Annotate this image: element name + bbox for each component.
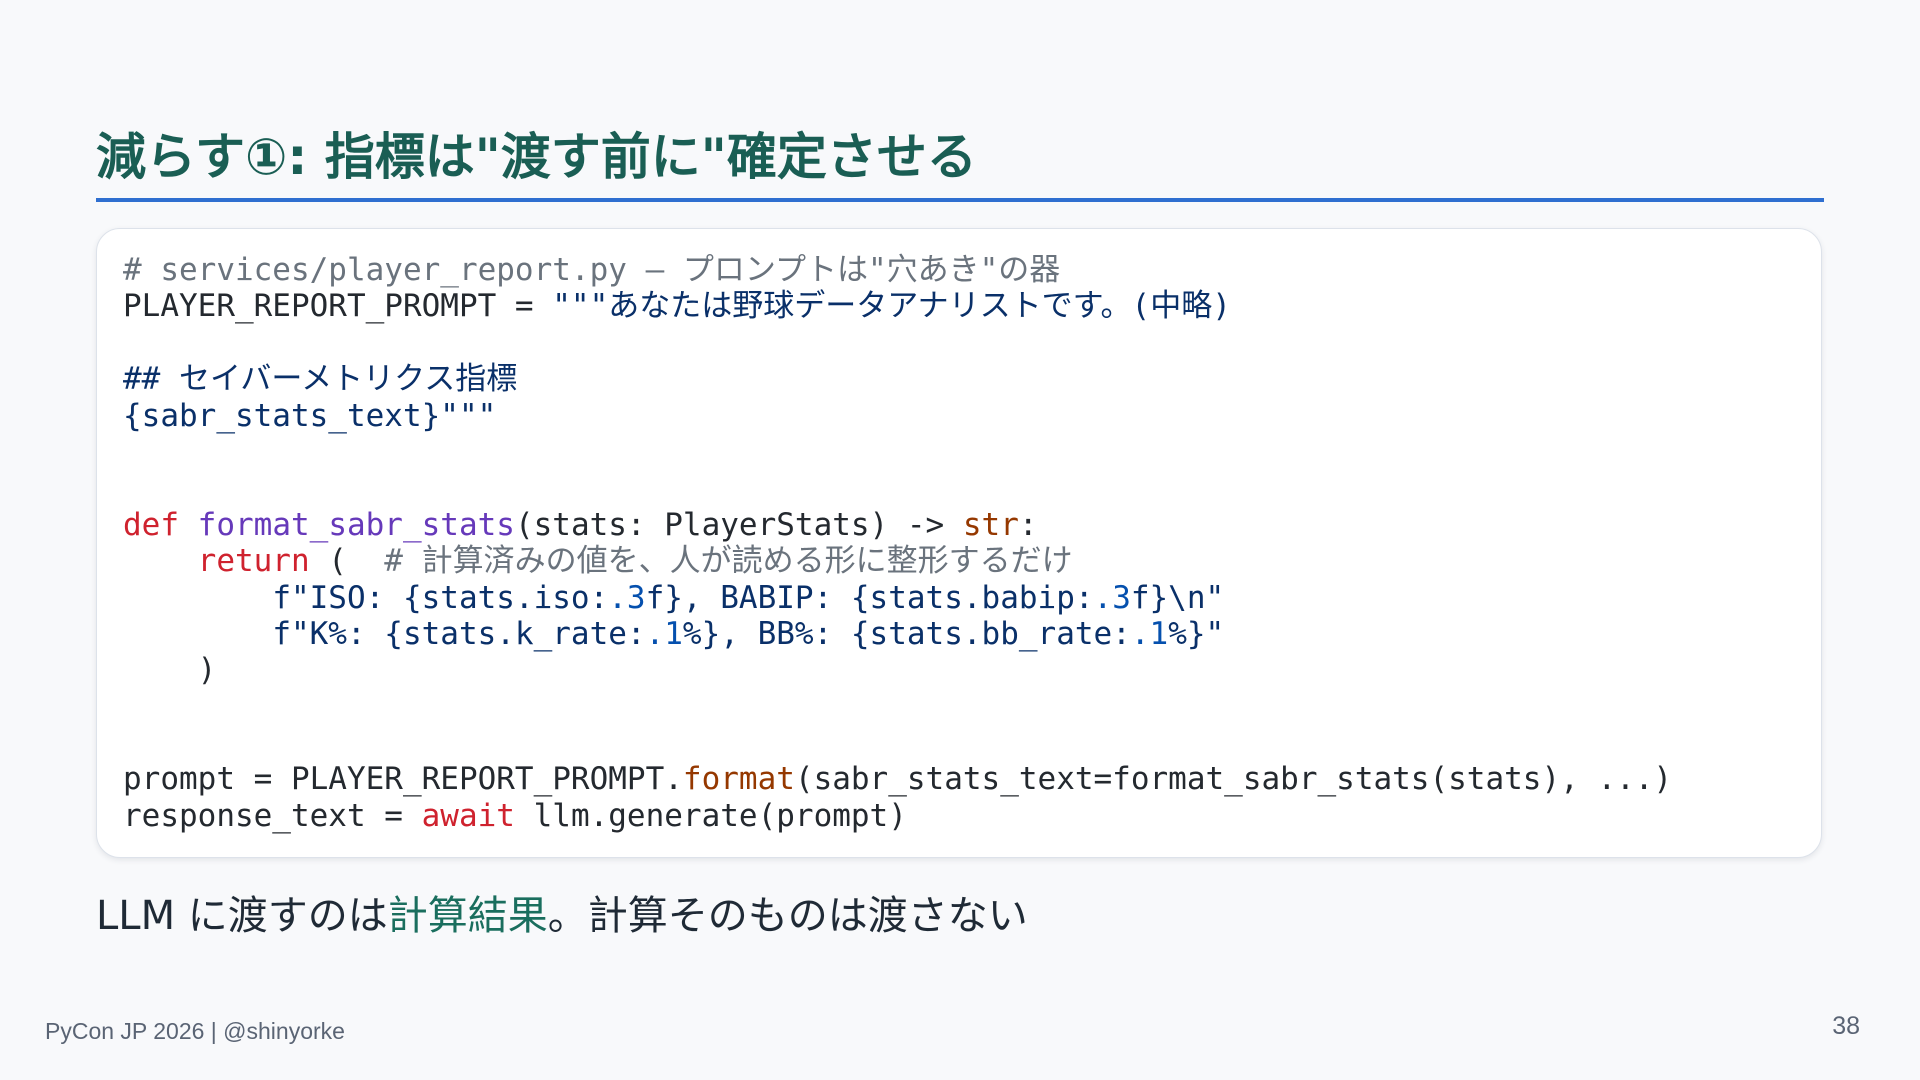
code-number: .3 <box>1093 579 1131 616</box>
code-builtin-type: str <box>962 506 1019 543</box>
code-number: .1 <box>645 615 683 652</box>
code-fstring: f}\n" <box>1130 579 1225 616</box>
code-line-4: ## セイバーメトリクス指標 <box>123 361 1821 397</box>
code-fstring: %}" <box>1168 615 1225 652</box>
code-statement: prompt = PLAYER_REPORT_PROMPT. <box>123 761 683 798</box>
page-number: 38 <box>1832 1012 1860 1040</box>
code-punct: ( <box>309 543 385 580</box>
code-listing: # services/player_report.py — プロンプトは"穴あき… <box>123 252 1821 834</box>
code-fstring: %}, BB%: {stats.bb_rate: <box>682 615 1131 652</box>
code-line-5: {sabr_stats_text}""" <box>123 398 1821 434</box>
code-punct: : <box>1018 506 1038 543</box>
code-number: .1 <box>1130 615 1169 652</box>
code-number: .3 <box>608 579 646 616</box>
code-line-2: PLAYER_REPORT_PROMPT = """あなたは野球データアナリスト… <box>123 288 1821 324</box>
code-line-12: ) <box>123 652 1821 688</box>
code-line-1: # services/player_report.py — プロンプトは"穴あき… <box>123 252 1821 288</box>
code-fstring: f"K%: {stats.k_rate: <box>272 615 646 652</box>
code-line-16: response_text = await llm.generate(promp… <box>123 798 1821 834</box>
caption-prefix: LLM に渡すのは <box>96 893 388 939</box>
code-line-10: f"ISO: {stats.iso:.3f}, BABIP: {stats.ba… <box>123 580 1821 616</box>
code-punct: ) <box>123 652 217 689</box>
code-function-name: format_sabr_stats <box>197 506 515 543</box>
code-keyword: def <box>123 506 179 543</box>
title-underline <box>96 198 1824 202</box>
code-keyword: await <box>421 797 515 834</box>
code-string: {sabr_stats_text}""" <box>123 397 497 434</box>
code-line-8: def format_sabr_stats(stats: PlayerStats… <box>123 507 1821 543</box>
code-comment: # 計算済みの値を、人が読める形に整形するだけ <box>384 543 1073 580</box>
slide-title: 減らす①: 指標は"渡す前に"確定させる <box>96 128 977 186</box>
code-statement: (sabr_stats_text=format_sabr_stats(stats… <box>794 761 1673 798</box>
code-fstring: f}, BABIP: {stats.babip: <box>645 579 1094 616</box>
slide-caption: LLM に渡すのは計算結果。計算そのものは渡さない <box>96 888 1028 944</box>
code-string: ## セイバーメトリクス指標 <box>123 361 518 398</box>
code-line-9: return ( # 計算済みの値を、人が読める形に整形するだけ <box>123 543 1821 579</box>
code-identifier: PLAYER_REPORT_PROMPT = <box>123 288 553 325</box>
footer-credit: PyCon JP 2026 | @shinyorke <box>45 1018 345 1044</box>
code-block: # services/player_report.py — プロンプトは"穴あき… <box>96 228 1822 858</box>
code-string: """あなたは野球データアナリストです。(中略) <box>552 288 1231 325</box>
code-line-11: f"K%: {stats.k_rate:.1%}, BB%: {stats.bb… <box>123 616 1821 652</box>
code-line-15: prompt = PLAYER_REPORT_PROMPT.format(sab… <box>123 761 1821 797</box>
code-comment: # services/player_report.py — プロンプトは"穴あき… <box>123 252 1061 288</box>
caption-suffix: 。計算そのものは渡さない <box>547 893 1028 939</box>
code-statement: response_text = <box>123 797 422 834</box>
code-fstring: f"ISO: {stats.iso: <box>272 579 609 616</box>
code-params: (stats: PlayerStats) -> <box>514 506 963 543</box>
caption-highlight: 計算結果 <box>387 893 548 939</box>
code-method: format <box>682 761 795 798</box>
code-keyword: return <box>197 543 310 580</box>
code-statement: llm.generate(prompt) <box>514 797 907 834</box>
